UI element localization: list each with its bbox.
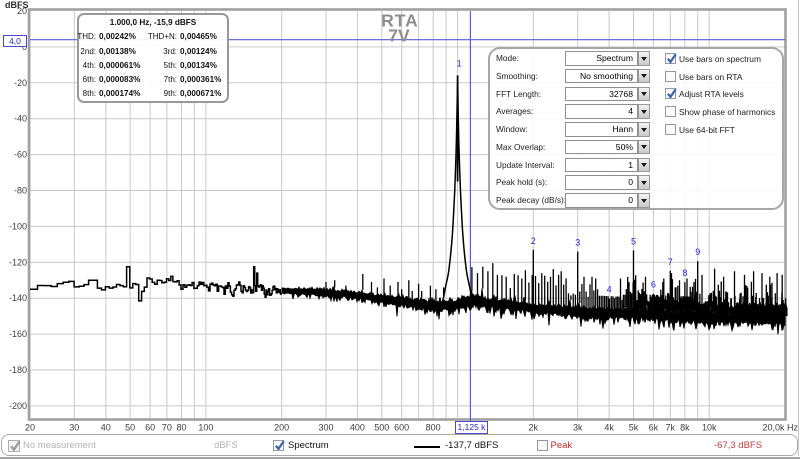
svg-text:10k: 10k	[702, 423, 717, 433]
svg-text:-120: -120	[9, 257, 27, 267]
svg-text:-200: -200	[9, 401, 27, 411]
svg-text:8: 8	[682, 268, 687, 278]
svg-text:40: 40	[101, 423, 111, 433]
svg-text:2k: 2k	[529, 423, 539, 433]
svg-text:100: 100	[198, 423, 213, 433]
svg-text:1: 1	[457, 58, 462, 68]
svg-text:800: 800	[426, 423, 441, 433]
svg-text:9: 9	[695, 247, 700, 257]
svg-text:5: 5	[631, 236, 636, 246]
svg-text:30: 30	[69, 423, 79, 433]
svg-text:-60: -60	[14, 150, 27, 160]
svg-text:4: 4	[607, 285, 612, 295]
svg-text:5k: 5k	[629, 423, 639, 433]
svg-text:2: 2	[531, 236, 536, 246]
svg-text:8k: 8k	[680, 423, 690, 433]
svg-text:20,0k Hz: 20,0k Hz	[762, 423, 798, 433]
svg-text:-180: -180	[9, 365, 27, 375]
svg-text:600: 600	[394, 423, 409, 433]
svg-text:3: 3	[575, 238, 580, 248]
svg-text:7V: 7V	[388, 26, 410, 46]
svg-text:-100: -100	[9, 221, 27, 231]
svg-text:7: 7	[668, 257, 673, 267]
svg-text:6k: 6k	[649, 423, 659, 433]
svg-text:70: 70	[162, 423, 172, 433]
svg-text:-140: -140	[9, 293, 27, 303]
svg-text:7k: 7k	[666, 423, 676, 433]
svg-text:3k: 3k	[573, 423, 583, 433]
svg-text:-40: -40	[14, 114, 27, 124]
svg-text:-160: -160	[9, 329, 27, 339]
svg-text:-80: -80	[14, 186, 27, 196]
svg-text:400: 400	[350, 423, 365, 433]
svg-text:300: 300	[318, 423, 333, 433]
svg-text:dBFS: dBFS	[5, 0, 29, 10]
svg-text:50: 50	[125, 423, 135, 433]
svg-text:80: 80	[176, 423, 186, 433]
svg-text:200: 200	[274, 423, 289, 433]
svg-text:-20: -20	[14, 78, 27, 88]
svg-text:4k: 4k	[604, 423, 614, 433]
svg-text:6: 6	[651, 280, 656, 290]
svg-text:500: 500	[374, 423, 389, 433]
svg-text:20: 20	[25, 423, 35, 433]
svg-text:60: 60	[145, 423, 155, 433]
